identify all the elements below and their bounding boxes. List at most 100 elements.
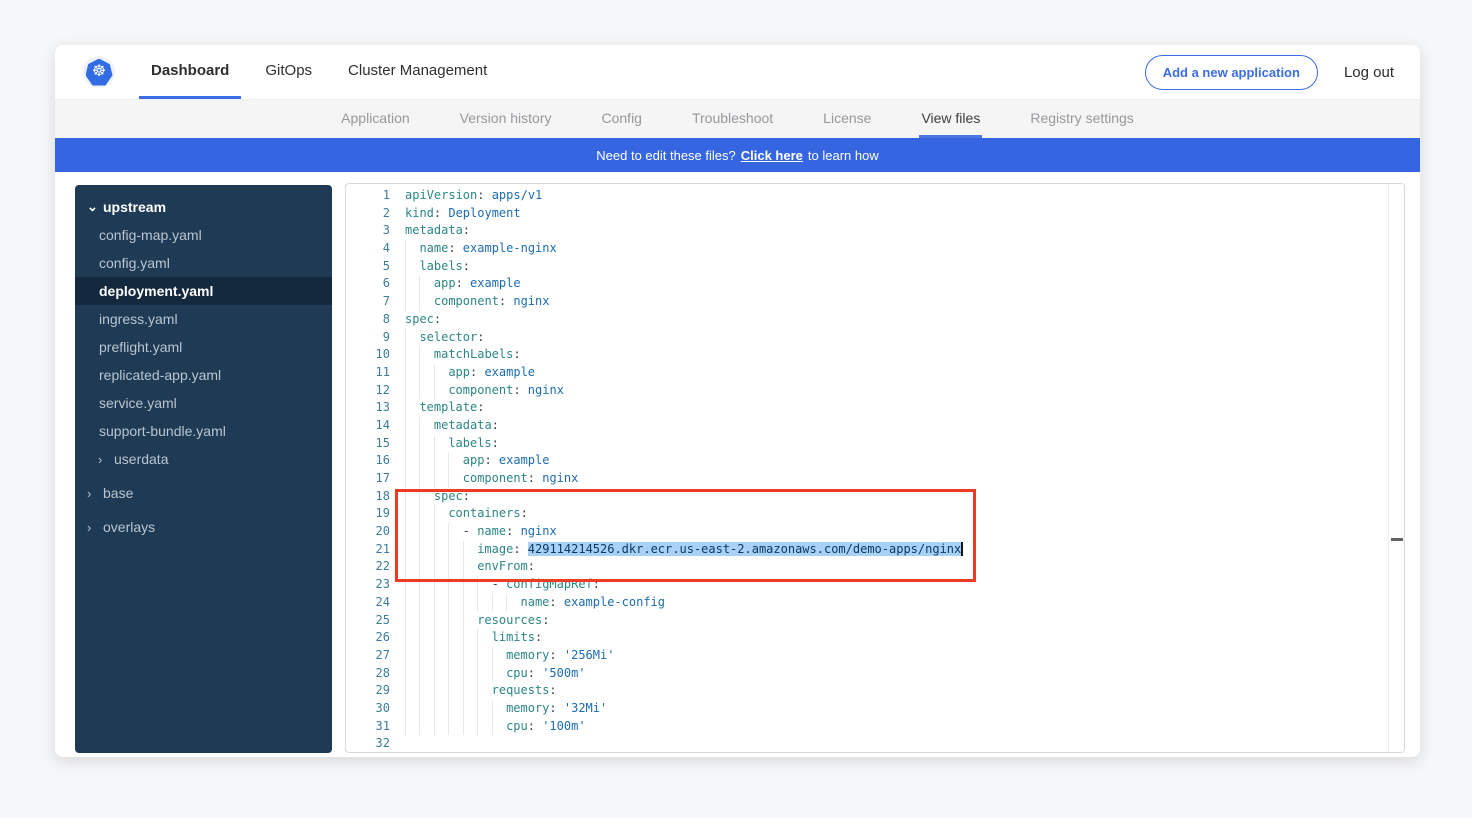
line-content: cpu: '500m' [405, 665, 586, 683]
token: containers [448, 506, 520, 520]
code-line-20[interactable]: 20 - name: nginx [346, 523, 1387, 541]
indent-guide [448, 523, 462, 541]
line-content: matchLabels: [405, 346, 521, 364]
code-line-1[interactable]: 1apiVersion: apps/v1 [346, 187, 1387, 205]
tab-troubleshoot[interactable]: Troubleshoot [690, 100, 775, 138]
file-tree-item-config-yaml[interactable]: config.yaml [75, 249, 332, 277]
nav-item-dashboard[interactable]: Dashboard [139, 45, 241, 99]
code-line-16[interactable]: 16 app: example [346, 452, 1387, 470]
code-line-7[interactable]: 7 component: nginx [346, 293, 1387, 311]
indent-guide [405, 364, 419, 382]
tab-license[interactable]: License [821, 100, 873, 138]
token: app [463, 453, 485, 467]
code-line-6[interactable]: 6 app: example [346, 275, 1387, 293]
indent-guide [405, 399, 419, 417]
file-tree-item-ingress-yaml[interactable]: ingress.yaml [75, 305, 332, 333]
file-label: deployment.yaml [99, 283, 213, 299]
code-line-30[interactable]: 30 memory: '32Mi' [346, 700, 1387, 718]
file-tree-item-preflight-yaml[interactable]: preflight.yaml [75, 333, 332, 361]
code-line-27[interactable]: 27 memory: '256Mi' [346, 647, 1387, 665]
yaml-editor[interactable]: 1apiVersion: apps/v12kind: Deployment3me… [345, 183, 1405, 753]
file-tree-item-upstream[interactable]: ⌄upstream [75, 193, 332, 221]
code-line-29[interactable]: 29 requests: [346, 682, 1387, 700]
tab-application[interactable]: Application [339, 100, 412, 138]
code-lines: 1apiVersion: apps/v12kind: Deployment3me… [346, 187, 1387, 753]
indent-guide [405, 523, 419, 541]
code-line-9[interactable]: 9 selector: [346, 329, 1387, 347]
indent-guide [477, 718, 491, 736]
file-tree-item-base[interactable]: ›base [75, 479, 332, 507]
indent-guide [448, 594, 462, 612]
code-line-13[interactable]: 13 template: [346, 399, 1387, 417]
code-line-8[interactable]: 8spec: [346, 311, 1387, 329]
nav-item-gitops[interactable]: GitOps [253, 45, 324, 99]
indent-guide [434, 612, 448, 630]
tab-config[interactable]: Config [600, 100, 644, 138]
token: : [456, 276, 470, 290]
code-line-21[interactable]: 21 image: 429114214526.dkr.ecr.us-east-2… [346, 541, 1387, 559]
editor-overview-ruler[interactable] [1388, 184, 1404, 752]
code-line-25[interactable]: 25 resources: [346, 612, 1387, 630]
file-tree-item-support-bundle-yaml[interactable]: support-bundle.yaml [75, 417, 332, 445]
token: memory [506, 648, 549, 662]
code-line-4[interactable]: 4 name: example-nginx [346, 240, 1387, 258]
code-line-31[interactable]: 31 cpu: '100m' [346, 718, 1387, 736]
file-tree-item-overlays[interactable]: ›overlays [75, 513, 332, 541]
tab-version-history[interactable]: Version history [458, 100, 554, 138]
chevron-right-icon: › [87, 520, 96, 535]
code-line-14[interactable]: 14 metadata: [346, 417, 1387, 435]
line-number: 15 [346, 435, 390, 453]
token: memory [506, 701, 549, 715]
tab-registry-settings[interactable]: Registry settings [1028, 100, 1135, 138]
line-number: 28 [346, 665, 390, 683]
code-line-19[interactable]: 19 containers: [346, 505, 1387, 523]
token: cpu [506, 666, 528, 680]
banner-click-here-link[interactable]: Click here [741, 148, 803, 163]
code-line-15[interactable]: 15 labels: [346, 435, 1387, 453]
logout-link[interactable]: Log out [1344, 64, 1394, 81]
token: example-config [564, 595, 665, 609]
code-line-28[interactable]: 28 cpu: '500m' [346, 665, 1387, 683]
code-line-22[interactable]: 22 envFrom: [346, 558, 1387, 576]
nav-item-cluster-management[interactable]: Cluster Management [336, 45, 499, 99]
line-content: component: nginx [405, 293, 549, 311]
token: nginx [542, 471, 578, 485]
token: example [470, 276, 521, 290]
code-line-26[interactable]: 26 limits: [346, 629, 1387, 647]
code-line-32[interactable]: 32 [346, 735, 1387, 753]
file-tree-item-config-map-yaml[interactable]: config-map.yaml [75, 221, 332, 249]
file-tree-item-deployment-yaml[interactable]: deployment.yaml [75, 277, 332, 305]
indent-guide [419, 523, 433, 541]
line-content: labels: [405, 258, 470, 276]
code-line-3[interactable]: 3metadata: [346, 222, 1387, 240]
code-line-5[interactable]: 5 labels: [346, 258, 1387, 276]
token: : [477, 188, 491, 202]
line-number: 16 [346, 452, 390, 470]
line-number: 3 [346, 222, 390, 240]
code-line-2[interactable]: 2kind: Deployment [346, 205, 1387, 223]
helm-wheel-icon: ☸ [86, 59, 113, 86]
line-content: kind: Deployment [405, 205, 521, 223]
app-window: ☸ DashboardGitOpsCluster Management Add … [55, 45, 1420, 757]
code-line-23[interactable]: 23 - configMapRef: [346, 576, 1387, 594]
code-line-24[interactable]: 24 name: example-config [346, 594, 1387, 612]
code-line-17[interactable]: 17 component: nginx [346, 470, 1387, 488]
tab-view-files[interactable]: View files [919, 100, 982, 138]
code-line-18[interactable]: 18 spec: [346, 488, 1387, 506]
indent-guide [405, 682, 419, 700]
token: app [448, 365, 470, 379]
indent-guide [419, 435, 433, 453]
indent-guide [448, 541, 462, 559]
file-tree-item-service-yaml[interactable]: service.yaml [75, 389, 332, 417]
file-label: service.yaml [99, 395, 177, 411]
code-line-11[interactable]: 11 app: example [346, 364, 1387, 382]
code-line-10[interactable]: 10 matchLabels: [346, 346, 1387, 364]
line-content: containers: [405, 505, 528, 523]
file-tree-item-userdata[interactable]: ›userdata [75, 445, 332, 473]
code-line-12[interactable]: 12 component: nginx [346, 382, 1387, 400]
add-application-button[interactable]: Add a new application [1145, 55, 1318, 90]
line-number: 20 [346, 523, 390, 541]
indent-guide [419, 665, 433, 683]
line-number: 13 [346, 399, 390, 417]
file-tree-item-replicated-app-yaml[interactable]: replicated-app.yaml [75, 361, 332, 389]
